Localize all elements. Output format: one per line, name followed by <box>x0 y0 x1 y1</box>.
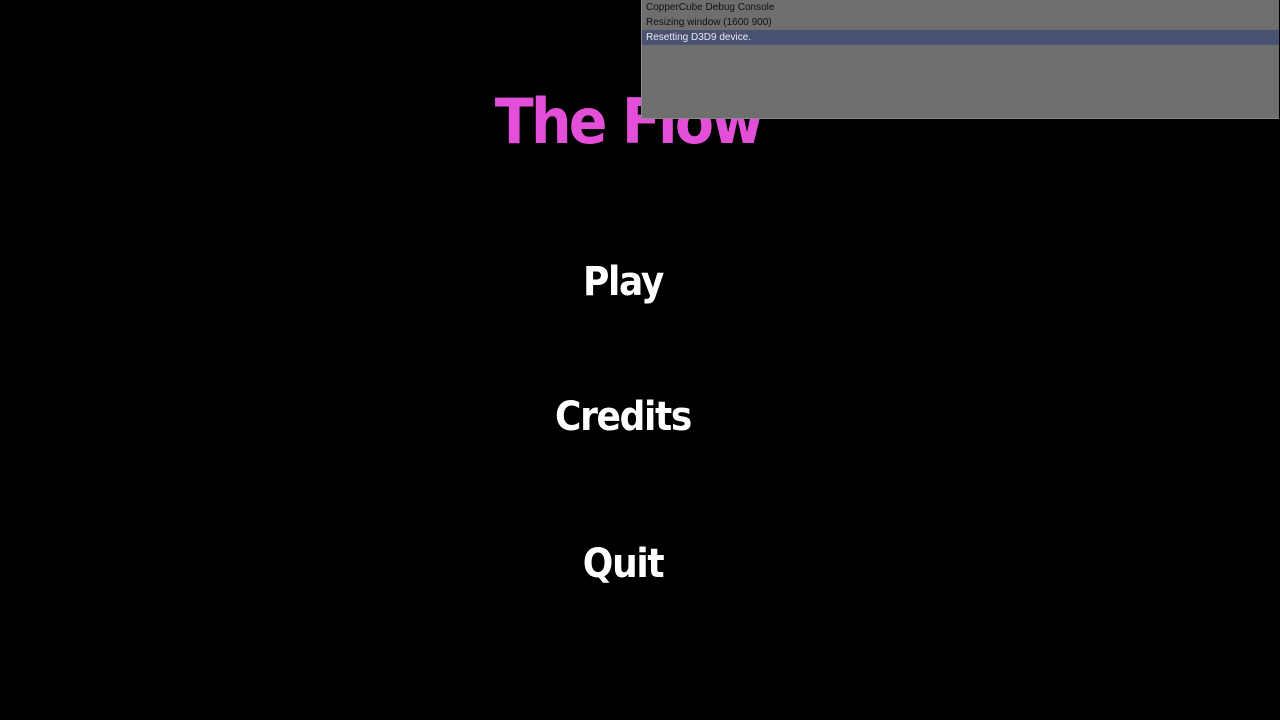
console-line-selected: Resetting D3D9 device. <box>642 30 1279 45</box>
console-line: Resizing window (1600 900) <box>646 17 772 28</box>
console-line-header: CopperCube Debug Console <box>646 2 775 13</box>
play-button[interactable]: Play <box>62 258 1183 306</box>
credits-button[interactable]: Credits <box>62 393 1183 441</box>
quit-button[interactable]: Quit <box>62 540 1183 588</box>
debug-console[interactable]: CopperCube Debug Console Resizing window… <box>641 0 1279 119</box>
